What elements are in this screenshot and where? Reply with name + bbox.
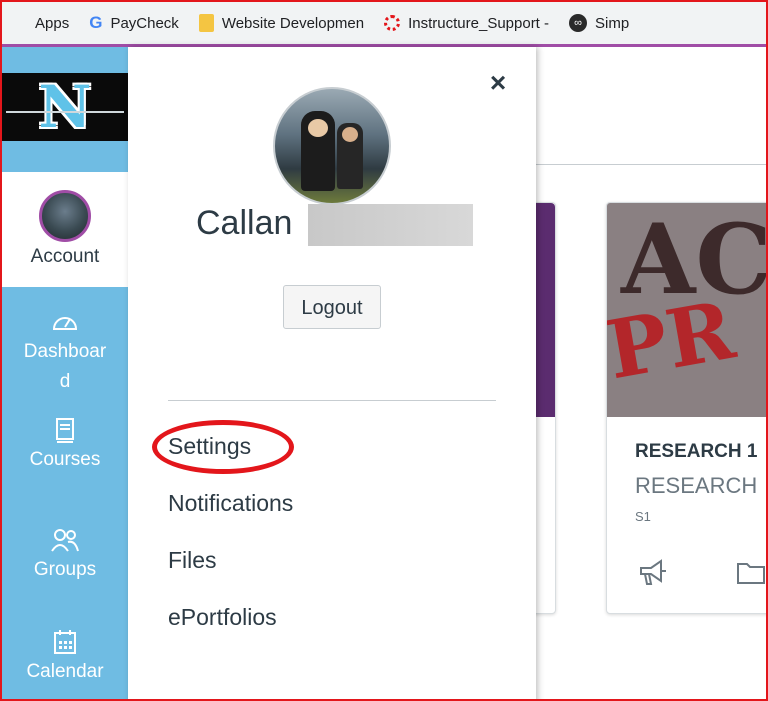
avatar-figure — [337, 123, 363, 189]
header-divider — [536, 164, 766, 165]
settings-highlight-annotation — [152, 420, 294, 474]
bookmark-label: PayCheck — [110, 14, 179, 32]
nav-item-label: Courses — [29, 449, 101, 470]
tray-link-eportfolios[interactable]: ePortfolios — [168, 604, 277, 631]
nav-item-calendar[interactable]: Calendar — [2, 629, 128, 687]
course-term: S1 — [635, 509, 651, 524]
screenshot-frame: Apps G PayCheck Website Developmen Instr… — [0, 0, 768, 701]
course-card-research[interactable]: AC PR RESEARCH 1 RESEARCH S1 — [606, 202, 767, 614]
nav-item-dashboard[interactable]: Dashboar d — [2, 309, 128, 397]
bookmark-label: Website Developmen — [221, 14, 365, 32]
bookmark-label: Instructure_Support - — [408, 14, 550, 32]
nav-item-label: Calendar — [26, 661, 104, 682]
nav-item-label: Account — [30, 246, 100, 267]
nav-item-label: Dashboar — [23, 341, 107, 362]
nav-item-label: d — [59, 371, 71, 392]
card-image-text: PR — [607, 282, 741, 398]
logo-letter: N — [38, 73, 92, 141]
nav-item-account[interactable]: Account — [2, 172, 128, 287]
bookmark-website-development[interactable]: Website Developmen — [198, 14, 365, 32]
redacted-surname — [308, 204, 473, 246]
bookmark-instructure-support[interactable]: Instructure_Support - — [384, 15, 549, 32]
nav-item-label: Groups — [33, 559, 97, 580]
logo-sword — [6, 111, 124, 113]
book-icon — [56, 418, 74, 443]
google-icon: G — [89, 13, 103, 32]
profile-avatar[interactable] — [273, 87, 391, 205]
account-tray: × Callan Logout Settings Notifications F… — [128, 47, 536, 699]
nav-item-groups[interactable]: Groups — [2, 527, 128, 585]
groups-icon — [51, 529, 79, 552]
dashboard-icon — [52, 317, 78, 330]
announcement-icon[interactable] — [637, 557, 669, 587]
bookmark-paycheck[interactable]: G PayCheck — [89, 13, 179, 33]
tray-link-files[interactable]: Files — [168, 547, 217, 574]
tray-link-notifications[interactable]: Notifications — [168, 490, 293, 517]
tray-divider — [168, 400, 496, 401]
bookmark-apps[interactable]: Apps — [12, 15, 69, 32]
user-name: Callan — [196, 204, 293, 242]
bookmark-label: Apps — [35, 14, 70, 32]
course-name: RESEARCH — [635, 473, 758, 498]
apps-grid-icon — [12, 16, 27, 31]
simple-icon: ∞ — [569, 14, 588, 32]
folder-icon — [198, 14, 214, 32]
avatar — [39, 190, 91, 242]
nav-item-courses[interactable]: Courses — [2, 417, 128, 475]
course-card-image: AC PR — [607, 203, 766, 417]
bookmark-label: Simp — [595, 14, 630, 32]
global-nav: N Account Dashboar d Courses Groups Cale… — [2, 47, 128, 699]
bookmark-simp[interactable]: ∞ Simp — [569, 14, 629, 32]
course-code[interactable]: RESEARCH 1 — [635, 441, 757, 463]
calendar-icon — [54, 630, 76, 654]
logout-button[interactable]: Logout — [283, 285, 381, 329]
close-tray-button[interactable]: × — [484, 69, 512, 97]
instructure-icon — [384, 15, 401, 31]
folder-icon[interactable] — [735, 557, 767, 587]
bookmarks-bar: Apps G PayCheck Website Developmen Instr… — [2, 2, 766, 47]
school-logo[interactable]: N — [2, 73, 128, 141]
avatar-figure — [301, 111, 335, 191]
